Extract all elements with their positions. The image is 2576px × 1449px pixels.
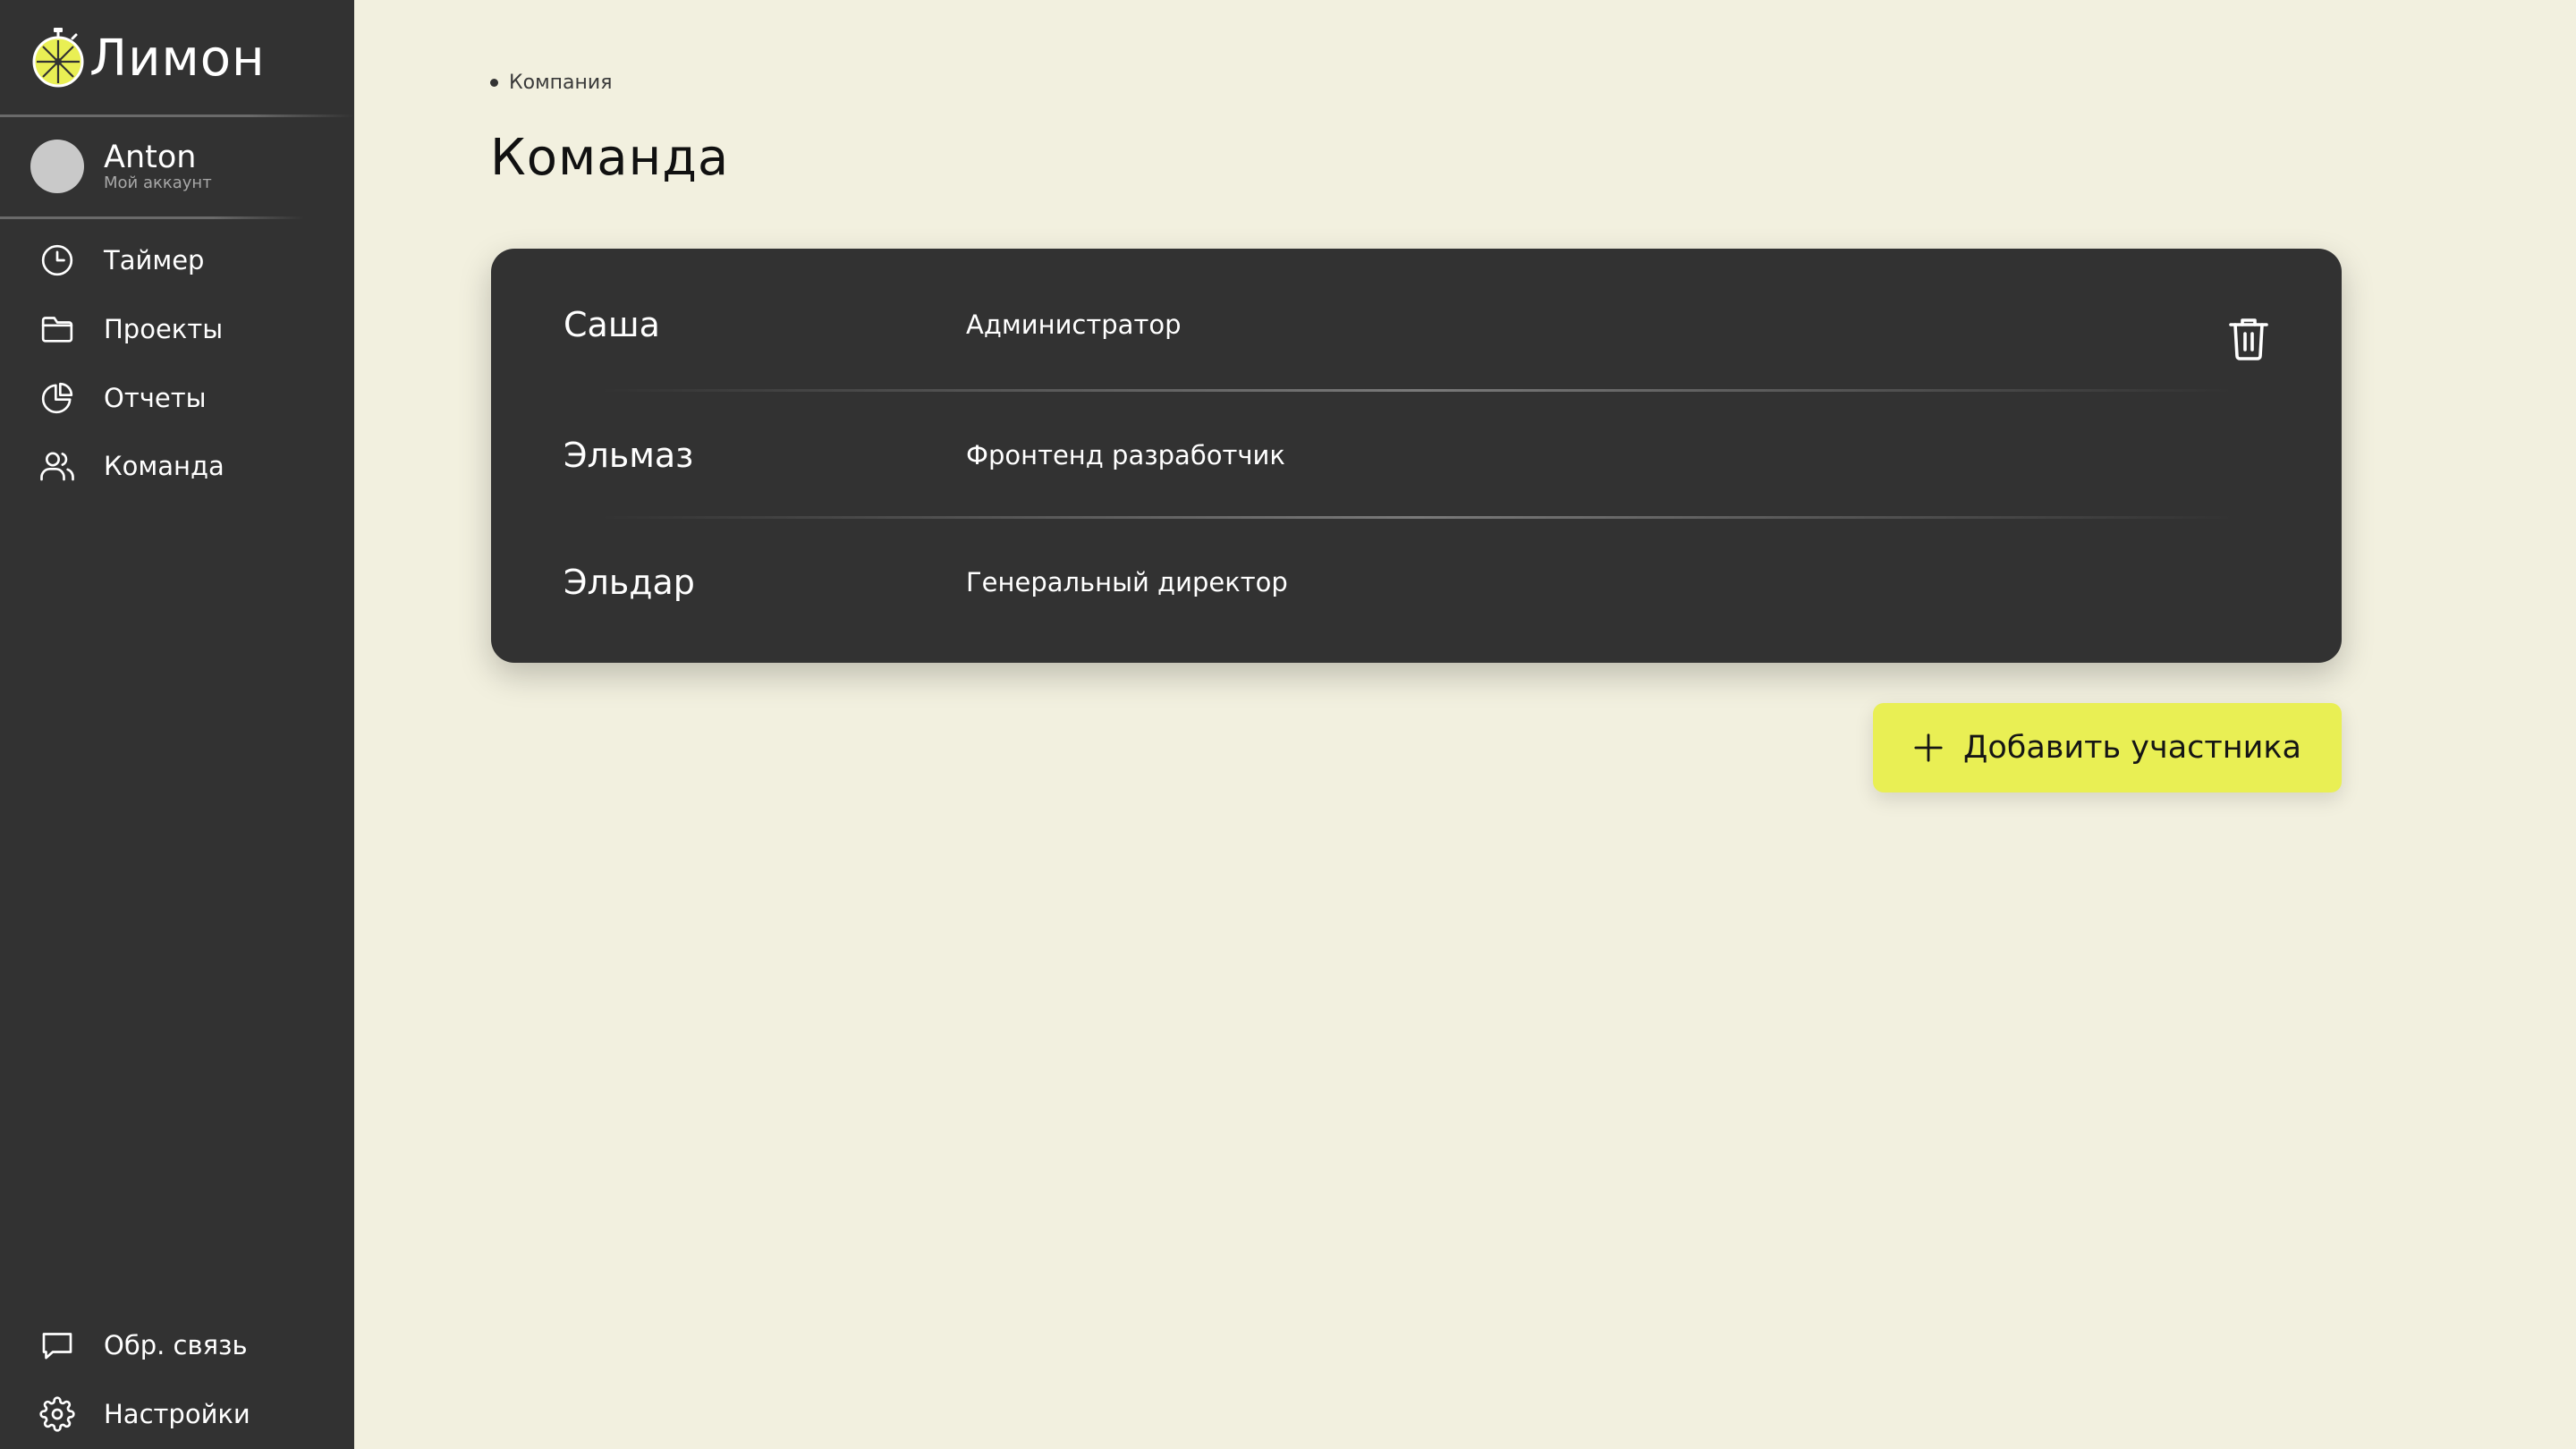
sidebar-divider xyxy=(0,114,354,117)
delete-member-button[interactable] xyxy=(2226,315,2271,361)
sidebar: Лимон Anton Мой аккаунт Таймер Проекты О… xyxy=(0,0,354,1449)
add-member-button[interactable]: Добавить участника xyxy=(1873,703,2342,792)
member-name: Эльдар xyxy=(564,563,695,602)
plus-icon xyxy=(1914,733,1943,762)
account-subtitle: Мой аккаунт xyxy=(104,174,212,192)
page-title: Команда xyxy=(490,129,730,187)
sidebar-item-label: Обр. связь xyxy=(104,1330,248,1360)
account-block[interactable]: Anton Мой аккаунт xyxy=(30,140,212,193)
sidebar-item-timer[interactable]: Таймер xyxy=(39,238,204,283)
pie-chart-icon xyxy=(41,382,73,414)
app-logo[interactable]: Лимон xyxy=(30,25,266,91)
users-icon xyxy=(40,452,74,481)
sidebar-item-team[interactable]: Команда xyxy=(39,444,225,488)
breadcrumb-item: Компания xyxy=(509,72,613,94)
member-name: Эльмаз xyxy=(564,436,694,475)
trash-icon xyxy=(2229,318,2268,360)
add-member-label: Добавить участника xyxy=(1963,730,2301,766)
member-role: Генеральный директор xyxy=(966,567,1288,597)
chat-icon xyxy=(42,1333,72,1360)
sidebar-item-label: Таймер xyxy=(104,245,205,275)
sidebar-item-label: Проекты xyxy=(104,314,224,344)
sidebar-item-label: Команда xyxy=(104,451,225,481)
clock-icon xyxy=(41,244,73,276)
folder-icon xyxy=(41,317,73,343)
sidebar-item-projects[interactable]: Проекты xyxy=(39,307,223,352)
member-role: Фронтенд разработчик xyxy=(966,440,1285,470)
team-list: Саша Администратор Эльмаз Фронтенд разра… xyxy=(491,249,2342,663)
team-member-row[interactable]: Саша Администратор xyxy=(491,261,2342,388)
avatar[interactable] xyxy=(30,140,84,193)
sidebar-item-reports[interactable]: Отчеты xyxy=(39,376,207,420)
breadcrumb[interactable]: Компания xyxy=(490,72,612,94)
gear-icon xyxy=(39,1396,75,1432)
breadcrumb-bullet-icon xyxy=(490,79,498,87)
member-role: Администратор xyxy=(966,309,1182,340)
sidebar-item-feedback[interactable]: Обр. связь xyxy=(39,1323,248,1368)
app-name: Лимон xyxy=(89,29,266,88)
sidebar-item-label: Настройки xyxy=(104,1399,250,1429)
account-name: Anton xyxy=(104,140,197,175)
sidebar-item-label: Отчеты xyxy=(104,383,207,413)
sidebar-item-settings[interactable]: Настройки xyxy=(39,1392,250,1436)
sidebar-divider xyxy=(0,216,304,219)
team-member-row[interactable]: Эльмаз Фронтенд разработчик xyxy=(491,392,2342,519)
team-member-row[interactable]: Эльдар Генеральный директор xyxy=(491,519,2342,646)
member-name: Саша xyxy=(564,305,660,344)
lemon-logo-icon xyxy=(32,28,84,88)
